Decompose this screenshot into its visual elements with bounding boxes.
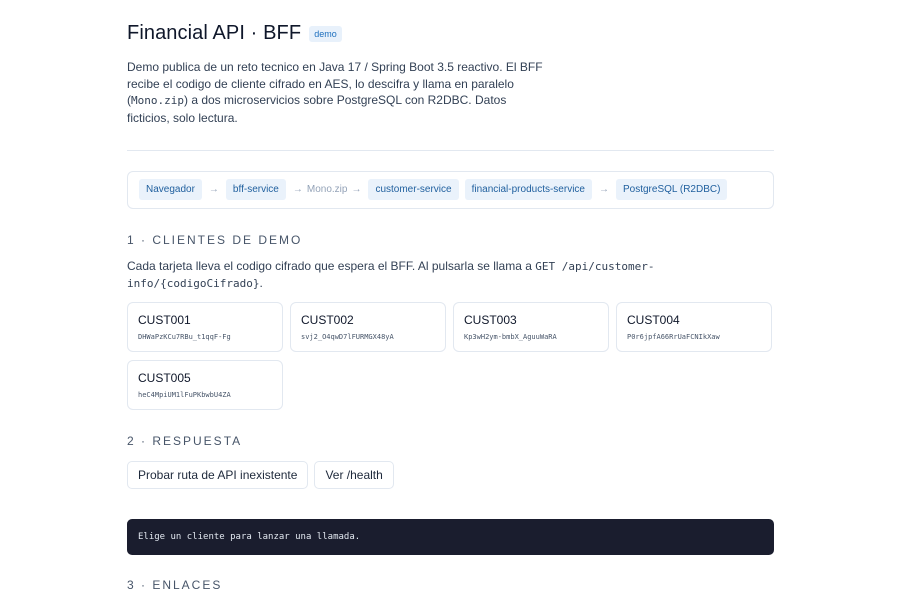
demo-badge: demo bbox=[309, 25, 342, 42]
customer-cards: CUST001 DHWaPzKCu7RBu_t1qqF-Fg CUST002 s… bbox=[127, 301, 774, 410]
arrow-icon: → bbox=[292, 184, 303, 196]
customer-card[interactable]: CUST005 heC4MpiUM1lFuPKbwbU4ZA bbox=[127, 359, 283, 410]
arrow-icon: → bbox=[351, 184, 362, 196]
customer-encrypted-code: svj2_O4qwD7lFURMGX48yA bbox=[301, 332, 394, 341]
customer-encrypted-code: heC4MpiUM1lFuPKbwbU4ZA bbox=[138, 390, 231, 399]
customer-encrypted-code: P0r6jpfA66RrUaFCNIkXaw bbox=[627, 332, 720, 341]
arrow-icon: → bbox=[208, 184, 219, 196]
flow-node-customer: customer-service bbox=[368, 179, 459, 201]
section-1-desc-part-1: Cada tarjeta lleva el codigo cifrado que… bbox=[127, 258, 536, 273]
customer-encrypted-code: Kp3wH2ym-bmbX_AguuWaRA bbox=[464, 332, 557, 341]
section-1-desc: Cada tarjeta lleva el codigo cifrado que… bbox=[127, 258, 774, 293]
arrow-icon: → bbox=[598, 184, 609, 196]
customer-card[interactable]: CUST002 svj2_O4qwD7lFURMGX48yA bbox=[290, 301, 446, 352]
customer-id: CUST003 bbox=[464, 312, 517, 327]
flow-node-db: PostgreSQL (R2DBC) bbox=[615, 179, 728, 201]
customer-encrypted-code: DHWaPzKCu7RBu_t1qqF-Fg bbox=[138, 332, 231, 341]
section-1-heading: 1 · Clientes de demo bbox=[127, 232, 303, 247]
page-root: Financial API · BFF demo Demo publica de… bbox=[127, 0, 774, 592]
customer-card[interactable]: CUST004 P0r6jpfA66RrUaFCNIkXaw bbox=[616, 301, 772, 352]
divider bbox=[127, 149, 774, 151]
customer-card[interactable]: CUST001 DHWaPzKCu7RBu_t1qqF-Fg bbox=[127, 301, 283, 352]
section-1-desc-part-2: . bbox=[259, 276, 263, 291]
customer-id: CUST002 bbox=[301, 312, 354, 327]
section-3-heading: 3 · Enlaces bbox=[127, 577, 223, 592]
flow-node-browser: Navegador bbox=[139, 179, 202, 201]
flow-zip-label: Mono.zip bbox=[306, 184, 348, 196]
health-button[interactable]: Ver /health bbox=[314, 460, 394, 489]
missing-route-button[interactable]: Probar ruta de API inexistente bbox=[127, 460, 309, 489]
title-row: Financial API · BFF demo bbox=[127, 22, 774, 45]
section-2-heading: 2 · Respuesta bbox=[127, 433, 243, 448]
customer-card[interactable]: CUST003 Kp3wH2ym-bmbX_AguuWaRA bbox=[453, 301, 609, 352]
architecture-flow: Navegador → bff-service → Mono.zip → cus… bbox=[127, 170, 774, 209]
customer-id: CUST005 bbox=[138, 370, 191, 385]
response-actions: Probar ruta de API inexistente Ver /heal… bbox=[127, 460, 774, 489]
intro-code: Mono.zip bbox=[131, 94, 184, 108]
page-title: Financial API · BFF bbox=[127, 22, 302, 44]
customer-id: CUST001 bbox=[138, 312, 191, 327]
intro-text: Demo publica de un reto tecnico en Java … bbox=[127, 59, 547, 127]
response-console: Elige un cliente para lanzar una llamada… bbox=[127, 518, 774, 555]
customer-id: CUST004 bbox=[627, 312, 680, 327]
flow-node-financial: financial-products-service bbox=[464, 179, 592, 201]
intro-part-2: ) a dos microservicios sobre PostgreSQL … bbox=[127, 93, 507, 126]
flow-node-bff: bff-service bbox=[225, 179, 286, 201]
